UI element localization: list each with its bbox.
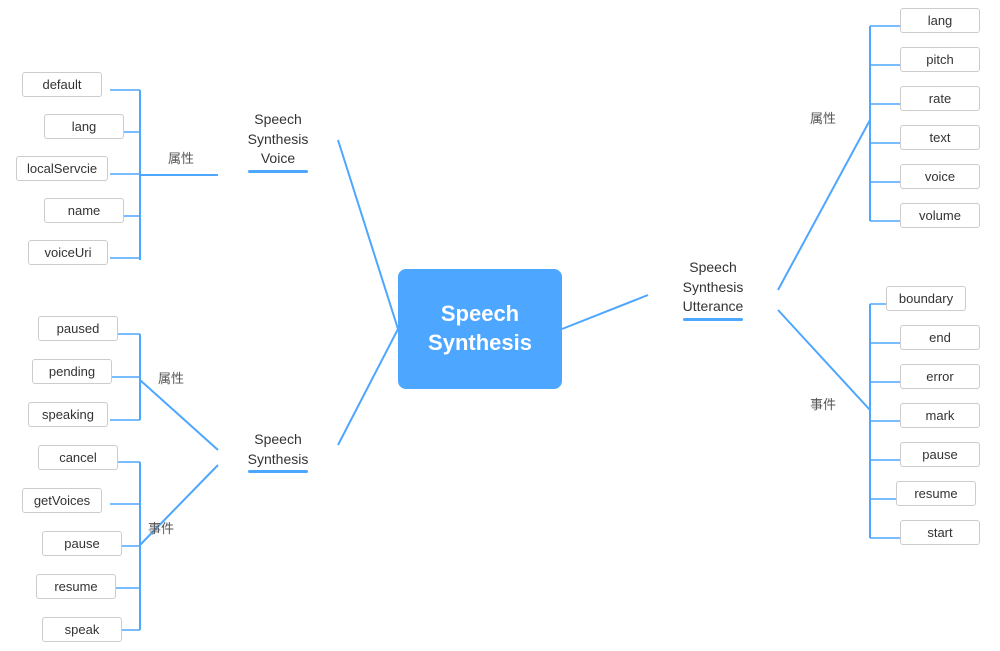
ssu-node: SpeechSynthesisUtterance (648, 258, 778, 317)
leaf-ss-getvoices: getVoices (22, 488, 102, 513)
ssv-sublabel: 属性 (168, 148, 194, 167)
leaf-ssu-error: error (900, 364, 980, 389)
leaf-ssv-localservcie: localServcie (16, 156, 108, 181)
leaf-ssu-volume: volume (900, 203, 980, 228)
leaf-ss-speaking: speaking (28, 402, 108, 427)
leaf-ss-resume: resume (36, 574, 116, 599)
leaf-ssu-end: end (900, 325, 980, 350)
leaf-ssv-default: default (22, 72, 102, 97)
leaf-ssv-lang: lang (44, 114, 124, 139)
leaf-ssu-mark: mark (900, 403, 980, 428)
mind-map-diagram: Speech Synthesis SpeechSynthesisVoice 属性… (0, 0, 1000, 651)
leaf-ssu-boundary: boundary (886, 286, 966, 311)
leaf-ssu-start: start (900, 520, 980, 545)
ssu-sublabel-attr: 属性 (810, 108, 836, 127)
leaf-ssu-voice: voice (900, 164, 980, 189)
ssv-underline (248, 170, 309, 173)
leaf-ss-pause: pause (42, 531, 122, 556)
leaf-ssu-rate: rate (900, 86, 980, 111)
leaf-ssu-lang: lang (900, 8, 980, 33)
leaf-ss-cancel: cancel (38, 445, 118, 470)
ss-label: SpeechSynthesis (248, 430, 309, 469)
leaf-ssv-name: name (44, 198, 124, 223)
leaf-ss-pending: pending (32, 359, 112, 384)
ssv-node: SpeechSynthesisVoice (218, 110, 338, 169)
ss-sublabel-event: 事件 (148, 518, 174, 537)
center-label: Speech Synthesis (398, 300, 562, 357)
ssv-label: SpeechSynthesisVoice (248, 110, 309, 169)
leaf-ssv-voiceuri: voiceUri (28, 240, 108, 265)
leaf-ssu-pause: pause (900, 442, 980, 467)
leaf-ssu-text: text (900, 125, 980, 150)
ss-underline (248, 470, 309, 473)
ss-sublabel-attr: 属性 (158, 368, 184, 387)
ss-node: SpeechSynthesis (218, 430, 338, 469)
leaf-ssu-pitch: pitch (900, 47, 980, 72)
leaf-ss-paused: paused (38, 316, 118, 341)
leaf-ssu-resume: resume (896, 481, 976, 506)
ssu-sublabel-event: 事件 (810, 394, 836, 413)
leaf-ss-speak: speak (42, 617, 122, 642)
ssu-underline (683, 318, 744, 321)
ssu-label: SpeechSynthesisUtterance (683, 258, 744, 317)
center-node: Speech Synthesis (398, 269, 562, 389)
